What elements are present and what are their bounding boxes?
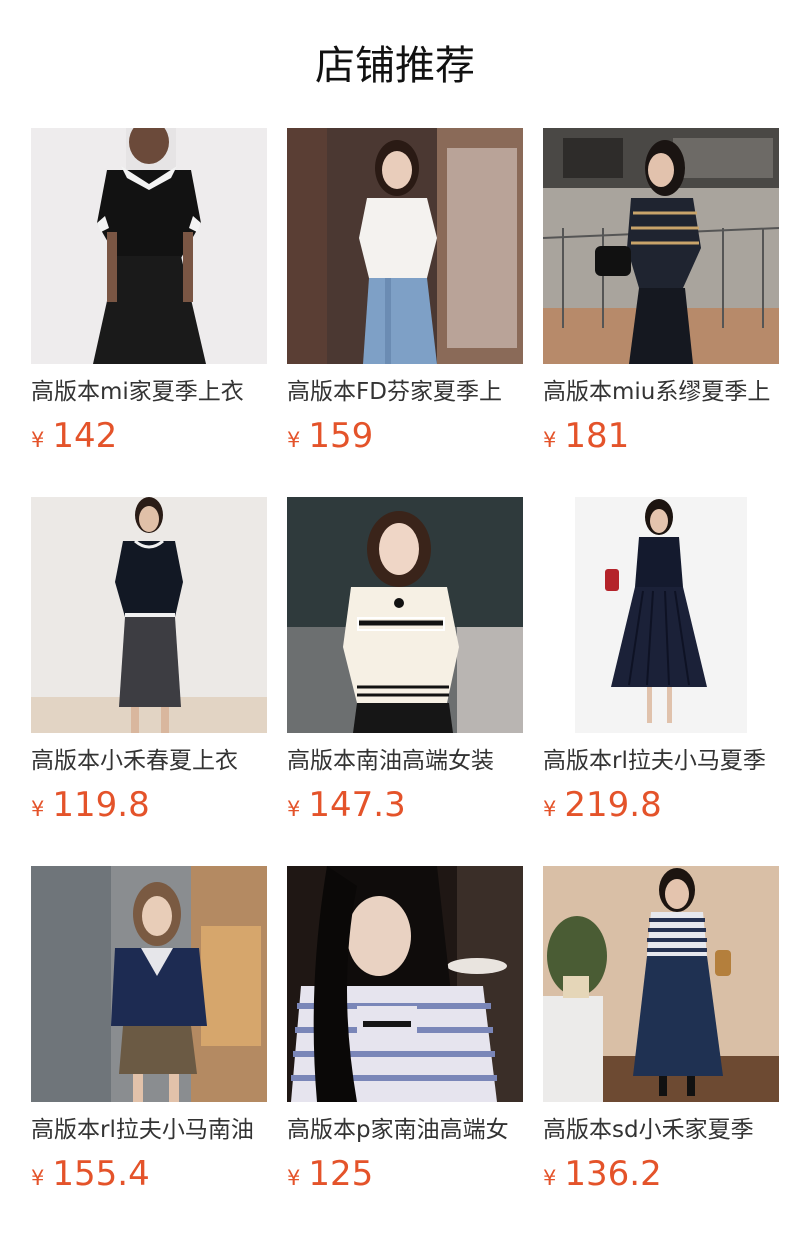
product-name[interactable]: 高版本sd小禾家夏季	[543, 1114, 779, 1146]
product-price: 147.3	[308, 785, 406, 825]
product-card[interactable]: 高版本p家南油高端女 ¥ 125	[287, 866, 523, 1235]
product-photo-icon[interactable]	[31, 128, 267, 364]
page-title: 店铺推荐	[315, 43, 475, 89]
product-card[interactable]: 高版本rl拉夫小马夏季 ¥ 219.8	[543, 497, 779, 866]
currency-symbol: ¥	[287, 1166, 301, 1190]
currency-symbol: ¥	[543, 428, 557, 452]
product-photo-icon[interactable]	[287, 866, 523, 1102]
product-name[interactable]: 高版本南油高端女装	[287, 745, 523, 777]
product-name[interactable]: 高版本FD芬家夏季上	[287, 376, 523, 408]
product-price: 136.2	[564, 1154, 662, 1194]
price-row: ¥ 181	[543, 416, 779, 456]
product-photo-icon[interactable]	[543, 497, 779, 733]
price-row: ¥ 147.3	[287, 785, 523, 825]
product-price: 142	[52, 416, 118, 456]
currency-symbol: ¥	[287, 797, 301, 821]
product-name[interactable]: 高版本rl拉夫小马夏季	[543, 745, 779, 777]
product-name[interactable]: 高版本p家南油高端女	[287, 1114, 523, 1146]
product-name[interactable]: 高版本miu系缪夏季上	[543, 376, 779, 408]
price-row: ¥ 142	[31, 416, 267, 456]
currency-symbol: ¥	[543, 797, 557, 821]
product-photo-icon[interactable]	[287, 497, 523, 733]
product-card[interactable]: 高版本南油高端女装 ¥ 147.3	[287, 497, 523, 866]
product-photo-icon[interactable]	[543, 128, 779, 364]
product-name[interactable]: 高版本mi家夏季上衣	[31, 376, 267, 408]
product-grid: 高版本mi家夏季上衣 ¥ 142 高版本FD芬家夏季上 ¥ 159 高版本miu…	[31, 128, 790, 1235]
currency-symbol: ¥	[31, 797, 45, 821]
product-card[interactable]: 高版本mi家夏季上衣 ¥ 142	[31, 128, 267, 497]
product-price: 119.8	[52, 785, 150, 825]
currency-symbol: ¥	[31, 1166, 45, 1190]
product-photo-icon[interactable]	[31, 866, 267, 1102]
product-price: 181	[564, 416, 630, 456]
currency-symbol: ¥	[287, 428, 301, 452]
price-row: ¥ 155.4	[31, 1154, 267, 1194]
product-price: 219.8	[564, 785, 662, 825]
product-price: 155.4	[52, 1154, 150, 1194]
product-price: 125	[308, 1154, 374, 1194]
product-name[interactable]: 高版本rl拉夫小马南油	[31, 1114, 267, 1146]
price-row: ¥ 125	[287, 1154, 523, 1194]
product-card[interactable]: 高版本小禾春夏上衣 ¥ 119.8	[31, 497, 267, 866]
product-card[interactable]: 高版本rl拉夫小马南油 ¥ 155.4	[31, 866, 267, 1235]
product-photo-icon[interactable]	[31, 497, 267, 733]
currency-symbol: ¥	[543, 1166, 557, 1190]
product-photo-icon[interactable]	[543, 866, 779, 1102]
price-row: ¥ 219.8	[543, 785, 779, 825]
product-card[interactable]: 高版本FD芬家夏季上 ¥ 159	[287, 128, 523, 497]
price-row: ¥ 136.2	[543, 1154, 779, 1194]
price-row: ¥ 119.8	[31, 785, 267, 825]
price-row: ¥ 159	[287, 416, 523, 456]
currency-symbol: ¥	[31, 428, 45, 452]
product-card[interactable]: 高版本sd小禾家夏季 ¥ 136.2	[543, 866, 779, 1235]
product-price: 159	[308, 416, 374, 456]
product-card[interactable]: 高版本miu系缪夏季上 ¥ 181	[543, 128, 779, 497]
product-photo-icon[interactable]	[287, 128, 523, 364]
product-name[interactable]: 高版本小禾春夏上衣	[31, 745, 267, 777]
